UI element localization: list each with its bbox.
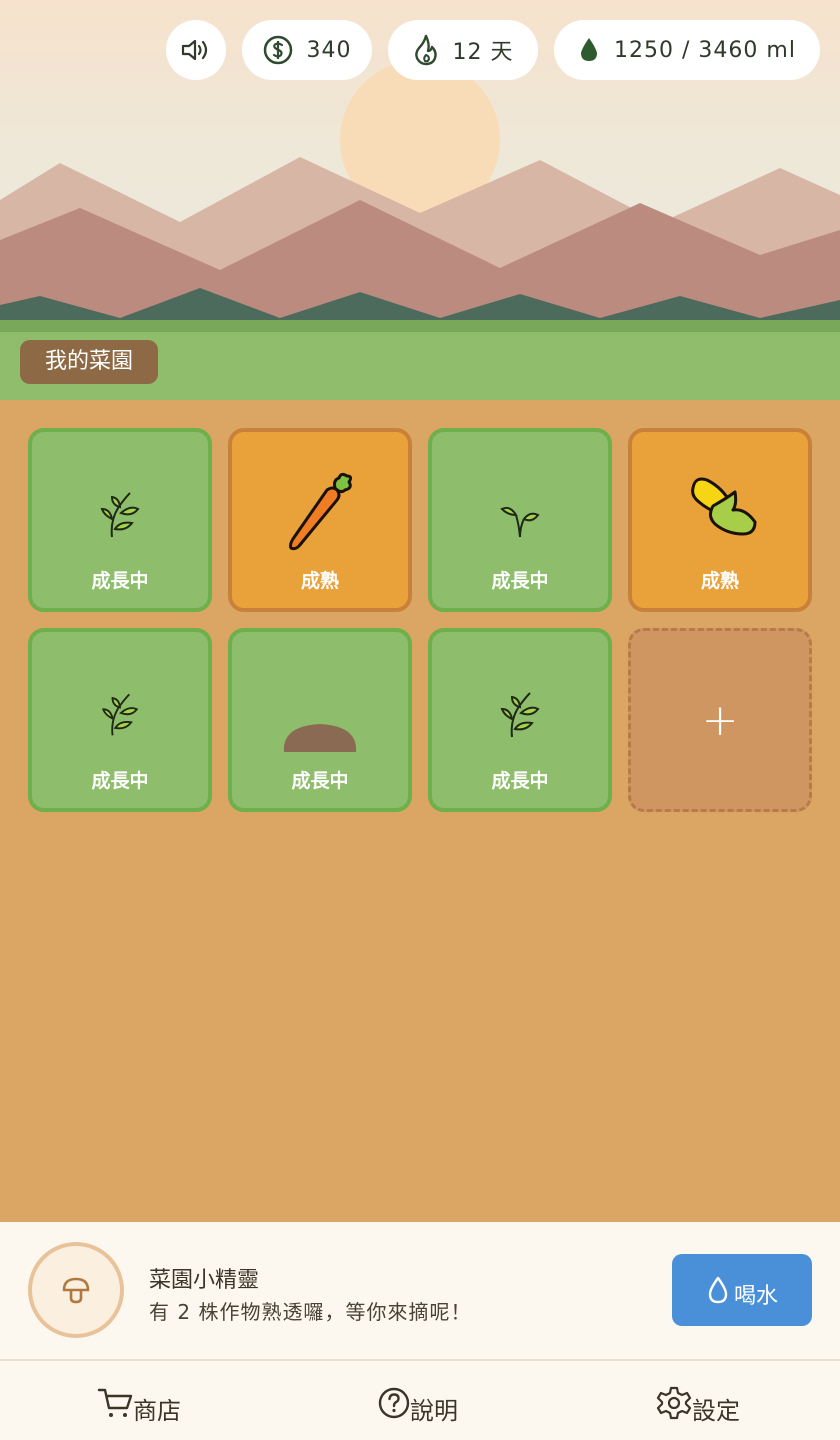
plot-status: 成長中 xyxy=(291,770,349,792)
coin-count: 340 xyxy=(306,37,352,63)
nav-shop[interactable]: 商店 xyxy=(97,1381,181,1425)
garden-plot[interactable]: 成長中 xyxy=(28,428,212,612)
plot-status: 成長中 xyxy=(91,770,149,792)
coin-counter: 340 xyxy=(242,20,372,80)
garden-plot[interactable]: 成長中 xyxy=(228,628,412,812)
flame-icon xyxy=(414,34,437,66)
nav-settings-label: 設定 xyxy=(692,1396,740,1425)
garden-title: 我的菜園 xyxy=(20,340,159,384)
sound-toggle-button[interactable] xyxy=(166,20,226,80)
seedling-leaves-icon xyxy=(100,492,140,538)
fairy-message-card: 菜園小精靈 有 2 株作物熟透囉，等你來摘呢！ 喝水 xyxy=(0,1222,840,1359)
plus-icon: + xyxy=(701,694,739,746)
water-drop-outline-icon xyxy=(708,1276,728,1304)
cart-icon xyxy=(97,1388,133,1417)
question-circle-icon xyxy=(378,1387,410,1419)
carrot-icon xyxy=(289,472,353,551)
bottom-nav: 商店 說明 設定 xyxy=(0,1359,840,1440)
nav-shop-label: 商店 xyxy=(133,1396,181,1425)
plot-status: 成熟 xyxy=(300,570,339,592)
corn-icon xyxy=(691,477,757,536)
garden-plot[interactable]: 成長中 xyxy=(428,428,612,612)
garden-plot[interactable]: 成熟 xyxy=(628,428,812,612)
plot-status: 成長中 xyxy=(91,570,149,592)
add-plot-button[interactable]: + xyxy=(628,628,812,812)
mushroom-icon xyxy=(62,1277,90,1304)
nav-help-label: 說明 xyxy=(410,1396,458,1425)
seedling-leaves-icon xyxy=(500,692,540,738)
garden-grid: 成長中 成熟 成長中 成熟 成長中 成長中 成長中 + xyxy=(28,428,812,812)
nav-settings[interactable]: 設定 xyxy=(656,1381,740,1425)
plot-status: 成長中 xyxy=(491,570,549,592)
soil-mound-icon xyxy=(283,724,357,752)
dollar-coin-icon xyxy=(263,35,292,65)
drink-water-label: 喝水 xyxy=(733,1284,778,1309)
streak-counter: 12 天 xyxy=(388,20,538,80)
garden-plot[interactable]: 成熟 xyxy=(228,428,412,612)
fairy-message: 有 2 株作物熟透囉，等你來摘呢！ xyxy=(149,1300,472,1324)
garden-plot[interactable]: 成長中 xyxy=(428,628,612,812)
drink-water-button[interactable]: 喝水 xyxy=(672,1254,812,1326)
fairy-avatar xyxy=(28,1242,124,1338)
water-intake-value: 1250 / 3460 ml xyxy=(614,37,796,63)
sprout-icon xyxy=(500,506,540,538)
plot-status: 成長中 xyxy=(491,770,549,792)
seedling-leaves-icon xyxy=(101,693,139,736)
streak-days: 12 天 xyxy=(452,40,514,65)
speaker-icon xyxy=(181,39,208,61)
gear-icon xyxy=(656,1386,692,1420)
fairy-name: 菜園小精靈 xyxy=(149,1268,260,1293)
plot-status: 成熟 xyxy=(700,570,739,592)
water-drop-icon xyxy=(581,38,598,61)
water-intake-counter: 1250 / 3460 ml xyxy=(554,20,820,80)
garden-plot[interactable]: 成長中 xyxy=(28,628,212,812)
status-bar: 340 12 天 1250 / 3460 ml xyxy=(0,20,840,80)
nav-help[interactable]: 說明 xyxy=(378,1381,458,1425)
